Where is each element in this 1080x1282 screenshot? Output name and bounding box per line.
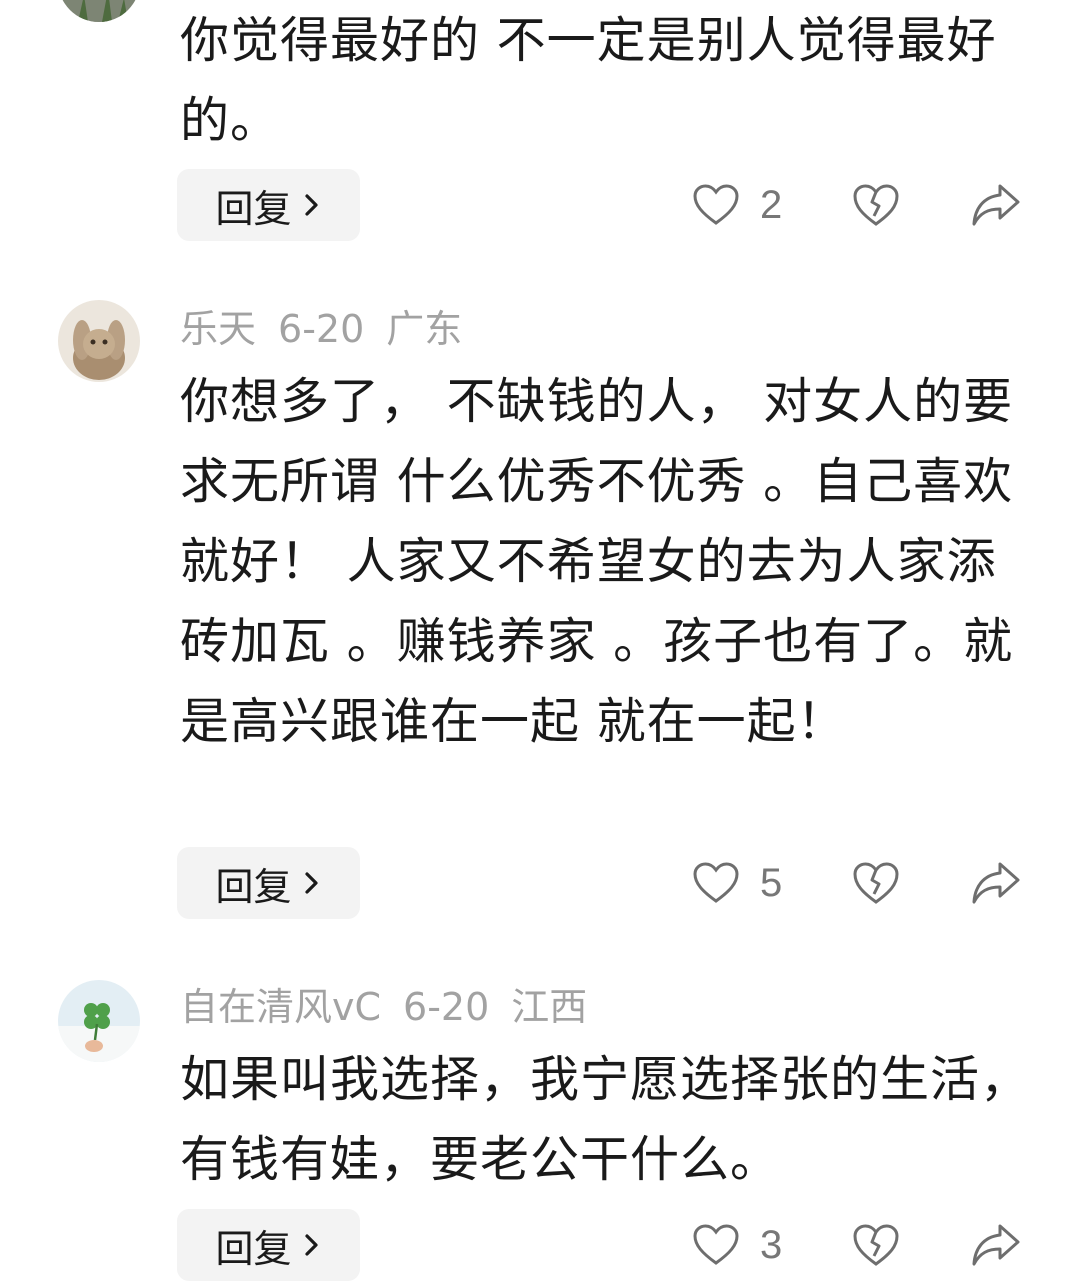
broken-heart-icon [853, 862, 899, 904]
comment-text: 如果叫我选择，我宁愿选择张的生活，有钱有娃，要老公干什么。 [180, 1051, 1031, 1188]
comment-location: 江西 [511, 985, 588, 1029]
broken-heart-icon [853, 1224, 899, 1266]
username[interactable]: 自在清风vC [180, 985, 381, 1029]
dislike-button[interactable] [852, 182, 900, 228]
dislike-button[interactable] [852, 860, 900, 906]
clover-photo-avatar [58, 980, 140, 1062]
comment-actions: 5 [0, 847, 1080, 919]
like-count: 3 [760, 1222, 783, 1267]
avatar[interactable] [58, 0, 140, 22]
like-count: 5 [760, 860, 783, 905]
avatar[interactable] [58, 300, 140, 382]
heart-outline-icon [693, 862, 739, 903]
comment-actions: 3 [0, 1209, 1080, 1281]
share-button[interactable] [970, 182, 1022, 228]
like-button[interactable]: 3 [692, 1209, 782, 1281]
share-button[interactable] [970, 1222, 1022, 1268]
comment-date: 6-20 [403, 985, 490, 1029]
avatar[interactable] [58, 980, 140, 1062]
rabbit-photo-avatar [58, 300, 140, 382]
comment-date: 6-20 [278, 307, 365, 351]
comment-text: 你觉得最好的 不一定是别人觉得最好的。 [180, 12, 997, 149]
comment-meta: 自在清风vC 6-20 江西 [180, 982, 609, 1032]
comment-text: 你想多了， 不缺钱的人， 对女人的要求无所谓 什么优秀不优秀 。自己喜欢就好！ … [180, 373, 1014, 750]
comment-location: 广东 [386, 307, 463, 351]
heart-outline-icon [693, 1224, 739, 1265]
heart-outline-icon [693, 184, 739, 225]
username[interactable]: 乐天 [180, 307, 256, 351]
comment-actions: 2 [0, 169, 1080, 241]
comment-meta: 乐天 6-20 广东 [180, 304, 484, 354]
like-button[interactable]: 2 [692, 169, 782, 241]
share-arrow-icon [972, 184, 1020, 226]
like-button[interactable]: 5 [692, 847, 782, 919]
share-arrow-icon [972, 862, 1020, 904]
plant-photo-avatar [58, 0, 140, 22]
broken-heart-icon [853, 184, 899, 226]
share-arrow-icon [972, 1224, 1020, 1266]
like-count: 2 [760, 182, 783, 227]
share-button[interactable] [970, 860, 1022, 906]
dislike-button[interactable] [852, 1222, 900, 1268]
